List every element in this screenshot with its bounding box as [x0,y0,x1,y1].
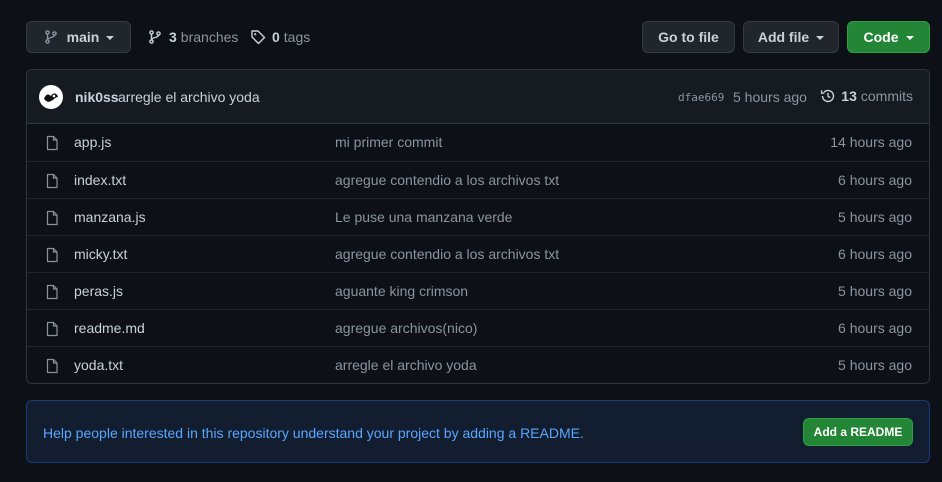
add-file-button[interactable]: Add file [743,21,839,53]
chevron-down-icon [905,36,914,40]
file-commit-message[interactable]: aguante king crimson [335,283,468,299]
file-commit-age: 5 hours ago [838,357,912,373]
file-commit-message[interactable]: arregle el archivo yoda [335,357,477,373]
file-icon [46,284,58,300]
file-name[interactable]: index.txt [74,172,126,188]
file-name[interactable]: micky.txt [74,246,127,262]
file-icon [46,247,58,263]
git-branch-icon [44,30,57,44]
tags-label: tags [283,29,311,45]
avatar[interactable] [39,85,63,109]
readme-banner: Help people interested in this repositor… [26,400,930,463]
file-row[interactable]: micky.txt agregue contendio a los archivo… [27,235,929,272]
file-commit-message[interactable]: agregue archivos(nico) [335,320,477,336]
branch-name: main [66,29,100,45]
file-commit-age: 6 hours ago [838,246,912,262]
file-commit-age: 5 hours ago [838,283,912,299]
file-row[interactable]: peras.js aguante king crimson 5 hours ago [27,272,929,309]
file-icon [46,135,58,151]
add-file-label: Add file [757,29,810,45]
tag-icon [251,30,266,45]
file-row[interactable]: readme.md agregue archivos(nico) 6 hours a… [27,309,929,346]
file-name[interactable]: app.js [74,134,111,150]
file-commit-message[interactable]: mi primer commit [335,134,442,150]
history-icon [821,89,835,103]
file-commit-message[interactable]: agregue contendio a los archivos txt [335,246,559,262]
file-commit-message[interactable]: Le puse una manzana verde [335,209,512,225]
latest-commit-header: nik0ss arregle el archivo yoda dfae669 5… [27,70,929,124]
tags-count: 0 [272,29,280,45]
go-to-file-button[interactable]: Go to file [642,21,735,53]
file-icon [46,173,58,189]
readme-banner-text: Help people interested in this repositor… [43,425,584,441]
file-name[interactable]: yoda.txt [74,357,123,373]
file-commit-age: 5 hours ago [838,209,912,225]
file-row[interactable]: index.txt agregue contendio a los archivo… [27,161,929,198]
chevron-down-icon [816,36,825,40]
tags-link[interactable]: 0 tags [250,27,310,47]
file-name[interactable]: peras.js [74,283,123,299]
code-button[interactable]: Code [847,21,930,53]
file-name[interactable]: manzana.js [74,209,146,225]
file-row[interactable]: manzana.js Le puse una manzana verde 5 hou… [27,198,929,235]
commit-time: 5 hours ago [733,89,807,105]
file-icon [46,210,58,226]
file-commit-age: 6 hours ago [838,172,912,188]
file-row[interactable]: app.js mi primer commit 14 hours ago [27,124,929,161]
branches-link[interactable]: 3 branches [147,27,238,47]
file-commit-age: 14 hours ago [830,134,912,150]
file-list: nik0ss arregle el archivo yoda dfae669 5… [26,69,930,384]
file-rows: app.js mi primer commit 14 hours ago index.… [27,124,929,383]
commit-hash[interactable]: dfae669 [678,91,724,104]
git-branch-icon [149,30,161,44]
file-icon [46,358,58,374]
commits-label: commits [860,88,913,104]
branches-label: branches [180,29,239,45]
commit-author[interactable]: nik0ss [75,89,119,105]
file-commit-message[interactable]: agregue contendio a los archivos txt [335,172,559,188]
branch-select-button[interactable]: main [26,21,131,53]
file-row[interactable]: yoda.txt arregle el archivo yoda 5 hours a… [27,346,929,383]
branches-count: 3 [169,29,177,45]
commits-count: 13 [841,88,857,104]
commits-link[interactable]: 13 commits [820,88,913,104]
avatar-image [44,93,58,102]
code-label: Code [863,29,899,45]
commit-message[interactable]: arregle el archivo yoda [118,89,260,105]
file-icon [46,321,58,337]
file-name[interactable]: readme.md [74,320,145,336]
file-commit-age: 6 hours ago [838,320,912,336]
add-readme-button[interactable]: Add a README [803,418,913,446]
chevron-down-icon [106,36,115,40]
